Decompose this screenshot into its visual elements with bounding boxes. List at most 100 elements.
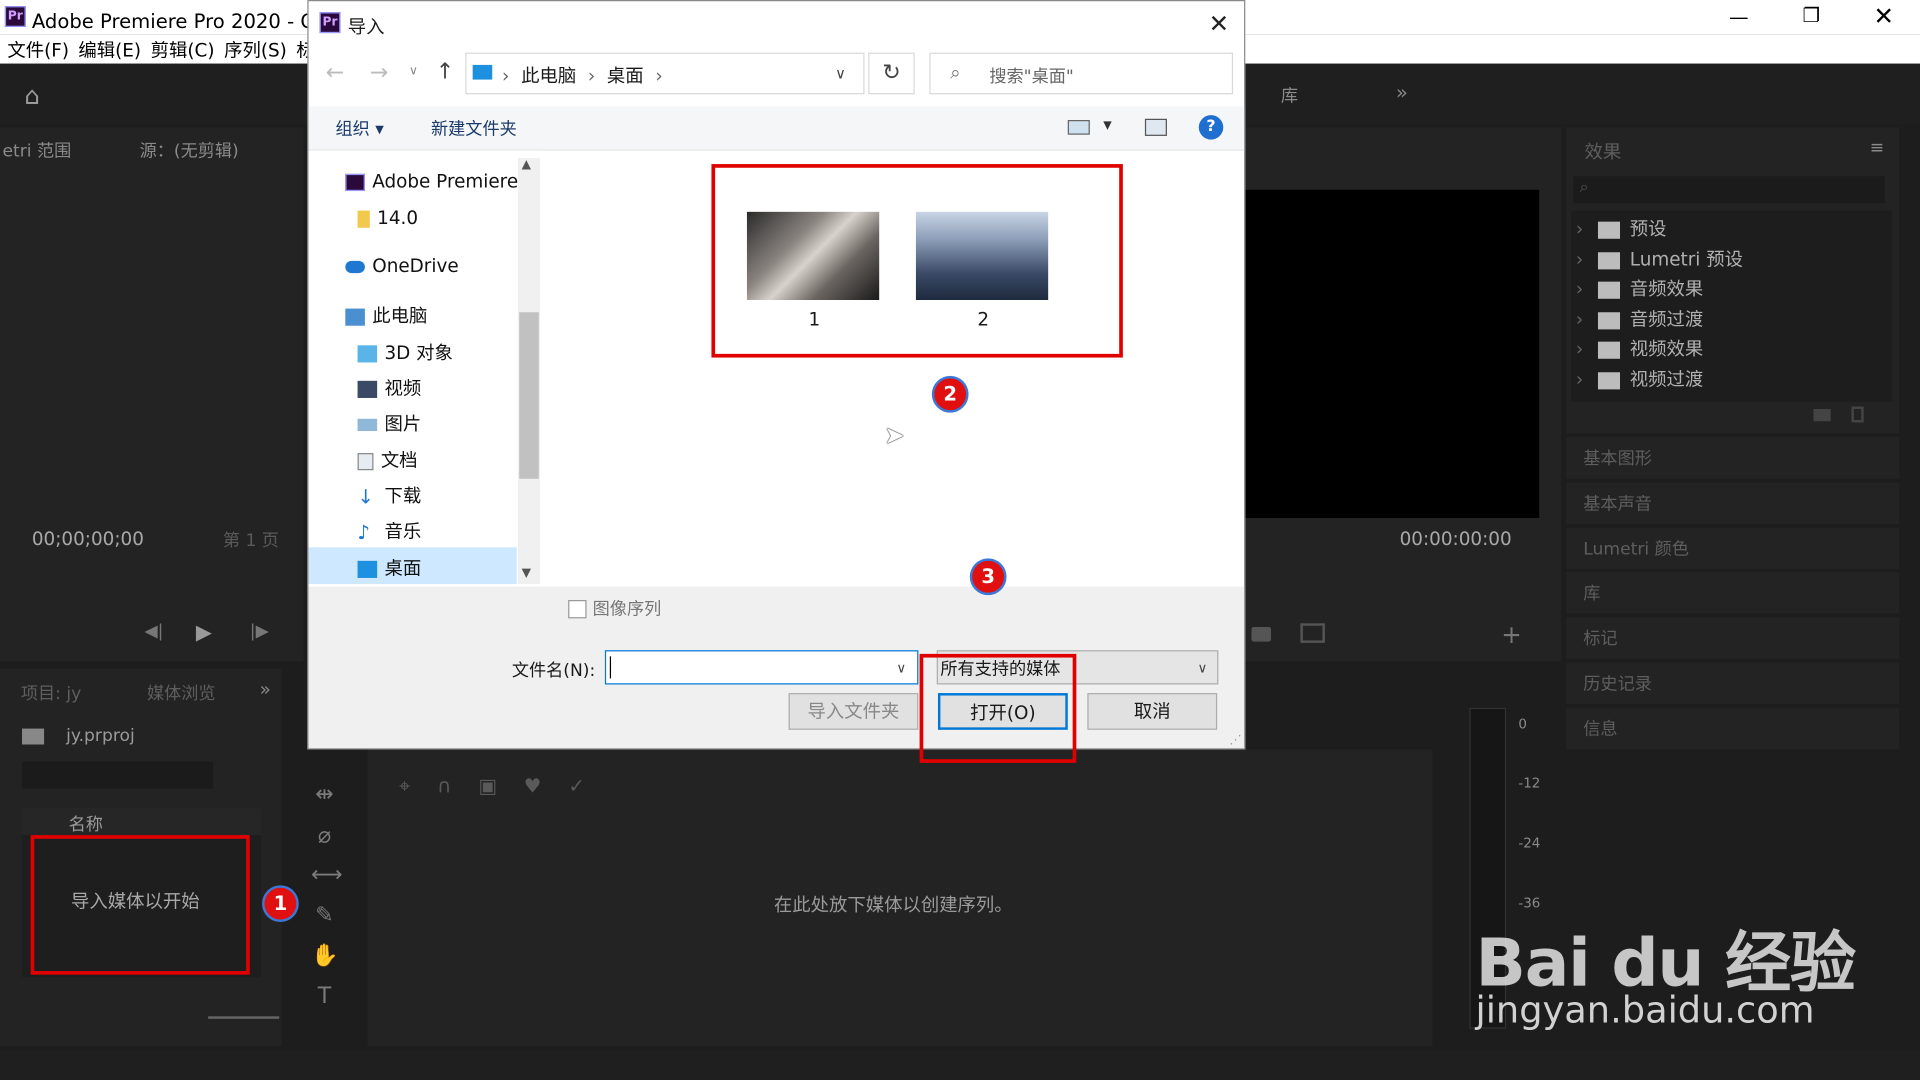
play-icon[interactable]: ▶: [196, 621, 212, 645]
more-panels-icon[interactable]: »: [260, 678, 271, 700]
project-search-input[interactable]: [22, 761, 214, 789]
media-browser-tab[interactable]: 媒体浏览: [147, 681, 216, 705]
refresh-button[interactable]: ↻: [868, 52, 915, 95]
name-column-header[interactable]: [22, 808, 261, 836]
panel-lumetri-color[interactable]: Lumetri 颜色: [1566, 527, 1900, 570]
effects-item-audio-effects[interactable]: › 音频效果: [1576, 276, 1892, 305]
timeline-drop-hint: 在此处放下媒体以创建序列。: [773, 893, 1013, 916]
lumetri-scope-tab[interactable]: etri 范围: [2, 138, 71, 162]
nav-adobe-premiere[interactable]: Adobe Premiere: [345, 170, 518, 192]
cancel-button[interactable]: 取消: [1087, 693, 1218, 730]
back-button[interactable]: ←: [326, 60, 344, 86]
step-forward-icon[interactable]: |▶: [250, 622, 269, 642]
type-tool-icon[interactable]: T: [311, 983, 338, 1009]
nav-14-0[interactable]: 14.0: [357, 207, 418, 229]
effects-item-presets[interactable]: › 预设: [1576, 216, 1892, 245]
library-tab[interactable]: 库: [1281, 83, 1298, 107]
nav-videos[interactable]: 视频: [357, 375, 421, 401]
panel-markers[interactable]: 标记: [1566, 617, 1900, 659]
minimize-button[interactable]: —: [1729, 5, 1749, 28]
dialog-title: 导入: [347, 15, 385, 38]
add-button-icon[interactable]: +: [1501, 620, 1522, 649]
nav-music[interactable]: ♪ 音乐: [358, 518, 422, 543]
nav-this-pc[interactable]: 此电脑: [345, 302, 427, 328]
organize-button[interactable]: 组织 ▾: [336, 116, 384, 140]
panel-libraries[interactable]: 库: [1566, 571, 1900, 614]
razor-tool-icon[interactable]: ⌀: [311, 823, 338, 849]
slip-tool-icon[interactable]: ⟷: [311, 862, 343, 888]
effects-item-video-transitions[interactable]: › 视频过渡: [1576, 366, 1892, 395]
help-icon[interactable]: ?: [1198, 115, 1224, 140]
compare-icon[interactable]: [1300, 623, 1325, 643]
breadcrumb-this-pc[interactable]: 此电脑: [521, 65, 576, 87]
nav-scroll-thumb[interactable]: [519, 312, 539, 479]
menu-sequence[interactable]: 序列(S): [224, 37, 287, 63]
import-dialog: Pr 导入 ✕ ← → ∨ ↑ › 此电脑 › 桌面 › ∨ ↻ ⌕ 搜索"桌面…: [307, 0, 1246, 763]
view-dropdown-icon[interactable]: ▼: [1103, 120, 1111, 132]
new-bin-icon[interactable]: [1813, 408, 1831, 422]
camera-icon[interactable]: [1251, 626, 1272, 642]
more-workspaces-icon[interactable]: »: [1396, 81, 1408, 104]
hand-tool-icon[interactable]: ✋: [311, 943, 338, 969]
meter-label-12: -12: [1518, 775, 1541, 792]
nav-label: 此电脑: [372, 304, 428, 327]
nav-onedrive[interactable]: OneDrive: [345, 255, 459, 277]
resize-grip-icon[interactable]: ⋰: [1229, 733, 1241, 746]
effects-search-input[interactable]: [1573, 176, 1885, 204]
recent-dropdown-icon[interactable]: ∨: [409, 65, 418, 78]
delete-icon[interactable]: [1851, 406, 1864, 423]
project-tab[interactable]: 项目: jy: [21, 681, 81, 705]
ripple-edit-tool-icon[interactable]: ⇹: [311, 781, 338, 807]
close-window-button[interactable]: ✕: [1873, 1, 1894, 30]
effects-menu-icon[interactable]: ≡: [1870, 138, 1884, 158]
premiere-logo-icon: Pr: [4, 6, 26, 27]
filename-dropdown-icon[interactable]: ∨: [896, 660, 906, 676]
effects-item-label: Lumetri 预设: [1629, 248, 1743, 271]
forward-button[interactable]: →: [370, 60, 388, 86]
search-placeholder: 搜索"桌面": [989, 67, 1074, 87]
nav-label: 文档: [380, 449, 418, 472]
image-sequence-checkbox[interactable]: [568, 600, 587, 619]
baidu-watermark-url: jingyan.baidu.com: [1475, 989, 1815, 1033]
view-options-icon[interactable]: [1067, 120, 1090, 135]
filename-input[interactable]: [604, 650, 919, 685]
panel-essential-sound[interactable]: 基本声音: [1566, 482, 1900, 525]
zoom-slider[interactable]: [208, 1016, 280, 1019]
panel-history[interactable]: 历史记录: [1566, 662, 1900, 705]
menu-edit[interactable]: 编辑(E): [78, 37, 141, 63]
panel-info[interactable]: 信息: [1566, 707, 1900, 750]
dialog-close-button[interactable]: ✕: [1209, 9, 1230, 38]
import-folder-button[interactable]: 导入文件夹: [788, 693, 919, 730]
nav-label: 桌面: [384, 557, 422, 580]
cube-icon: [357, 344, 378, 362]
filename-caret: [609, 656, 612, 679]
effects-item-label: 视频过渡: [1629, 368, 1704, 391]
nav-3d-objects[interactable]: 3D 对象: [357, 339, 453, 365]
scroll-down-icon[interactable]: ▼: [522, 567, 531, 580]
nav-pictures[interactable]: 图片: [357, 410, 421, 436]
up-button[interactable]: ↑: [436, 59, 454, 85]
menu-clip[interactable]: 剪辑(C): [151, 37, 215, 63]
source-tab[interactable]: 源：(无剪辑): [140, 138, 239, 162]
preview-pane-icon[interactable]: [1144, 118, 1167, 136]
menu-file[interactable]: 文件(F): [7, 37, 69, 63]
nav-downloads[interactable]: ↓ 下载: [358, 482, 422, 508]
folder-icon: [357, 210, 370, 228]
computer-icon: [345, 307, 365, 326]
search-input[interactable]: [929, 52, 1234, 95]
scroll-up-icon[interactable]: ▲: [522, 158, 531, 171]
effects-item-video-effects[interactable]: › 视频效果: [1576, 336, 1892, 365]
maximize-button[interactable]: ❐: [1802, 4, 1820, 27]
pen-tool-icon[interactable]: ✎: [311, 902, 338, 928]
nav-desktop[interactable]: 桌面: [357, 555, 422, 581]
effects-item-lumetri-presets[interactable]: › Lumetri 预设: [1576, 246, 1892, 275]
home-icon[interactable]: ⌂: [24, 81, 40, 110]
panel-essential-graphics[interactable]: 基本图形: [1566, 437, 1900, 479]
new-folder-button[interactable]: 新建文件夹: [431, 116, 517, 140]
effects-item-audio-transitions[interactable]: › 音频过渡: [1576, 306, 1892, 335]
nav-documents[interactable]: 文档: [357, 447, 418, 473]
step-back-icon[interactable]: ◀|: [144, 622, 163, 642]
address-dropdown-icon[interactable]: ∨: [835, 65, 846, 82]
film-icon: [357, 380, 378, 398]
breadcrumb-desktop[interactable]: 桌面: [607, 65, 644, 87]
